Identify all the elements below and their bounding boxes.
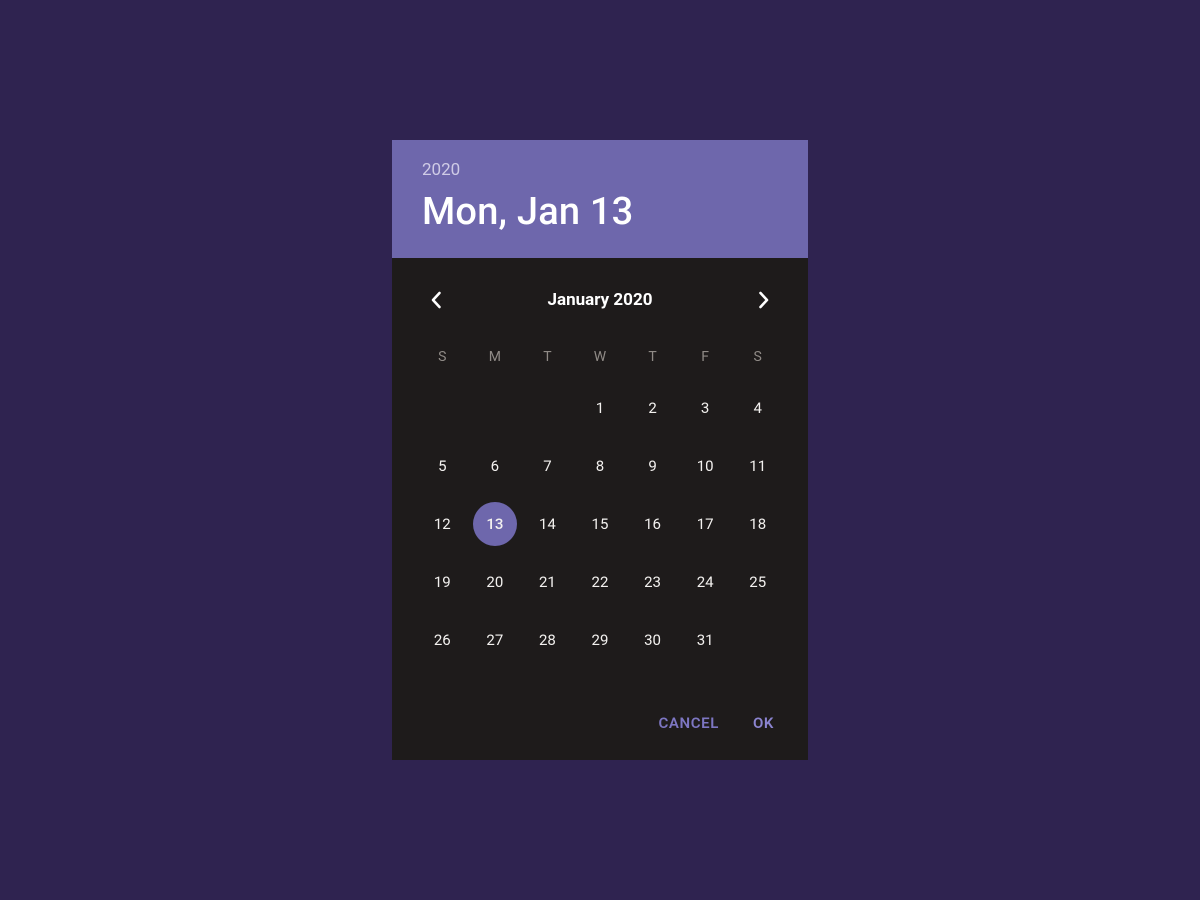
calendar-day[interactable]: 14 <box>525 502 569 546</box>
weekday-header: F <box>683 342 727 372</box>
calendar-day[interactable]: 5 <box>420 444 464 488</box>
calendar-day[interactable]: 11 <box>736 444 780 488</box>
calendar-panel: January 2020 SMTWTFS12345678910111213141… <box>392 258 808 668</box>
chevron-left-icon <box>430 291 442 309</box>
header-year-button[interactable]: 2020 <box>422 162 778 179</box>
calendar-nav: January 2020 <box>416 276 784 320</box>
dialog-actions: CANCEL OK <box>392 668 808 760</box>
calendar-empty-cell <box>473 386 517 430</box>
weekday-header: T <box>525 342 569 372</box>
calendar-empty-cell <box>525 386 569 430</box>
calendar-day[interactable]: 10 <box>683 444 727 488</box>
calendar-day[interactable]: 8 <box>578 444 622 488</box>
calendar-day[interactable]: 25 <box>736 560 780 604</box>
prev-month-button[interactable] <box>420 284 452 316</box>
cancel-button[interactable]: CANCEL <box>655 708 723 738</box>
calendar-day[interactable]: 28 <box>525 618 569 662</box>
calendar-day[interactable]: 2 <box>631 386 675 430</box>
calendar-day[interactable]: 29 <box>578 618 622 662</box>
calendar-day[interactable]: 3 <box>683 386 727 430</box>
calendar-day[interactable]: 31 <box>683 618 727 662</box>
header-selected-date[interactable]: Mon, Jan 13 <box>422 193 778 233</box>
calendar-day[interactable]: 4 <box>736 386 780 430</box>
weekday-header: M <box>473 342 517 372</box>
calendar-day[interactable]: 1 <box>578 386 622 430</box>
calendar-day[interactable]: 17 <box>683 502 727 546</box>
calendar-month-label: January 2020 <box>452 290 748 310</box>
calendar-day[interactable]: 12 <box>420 502 464 546</box>
calendar-day[interactable]: 26 <box>420 618 464 662</box>
calendar-day[interactable]: 24 <box>683 560 727 604</box>
stage: 2020 Mon, Jan 13 January 2020 <box>0 0 1200 900</box>
calendar-day[interactable]: 19 <box>420 560 464 604</box>
weekday-header: S <box>736 342 780 372</box>
calendar-day[interactable]: 13 <box>473 502 517 546</box>
calendar-day[interactable]: 23 <box>631 560 675 604</box>
weekday-header: T <box>631 342 675 372</box>
calendar-day[interactable]: 15 <box>578 502 622 546</box>
weekday-header: S <box>420 342 464 372</box>
date-picker-dialog: 2020 Mon, Jan 13 January 2020 <box>392 140 808 761</box>
calendar-day[interactable]: 9 <box>631 444 675 488</box>
calendar-day[interactable]: 20 <box>473 560 517 604</box>
calendar-day[interactable]: 7 <box>525 444 569 488</box>
next-month-button[interactable] <box>748 284 780 316</box>
calendar-day[interactable]: 18 <box>736 502 780 546</box>
date-picker-header: 2020 Mon, Jan 13 <box>392 140 808 259</box>
chevron-right-icon <box>758 291 770 309</box>
calendar-grid: SMTWTFS123456789101112131415161718192021… <box>416 342 784 662</box>
calendar-day[interactable]: 21 <box>525 560 569 604</box>
calendar-day[interactable]: 6 <box>473 444 517 488</box>
calendar-empty-cell <box>420 386 464 430</box>
calendar-day[interactable]: 22 <box>578 560 622 604</box>
calendar-day[interactable]: 27 <box>473 618 517 662</box>
calendar-day[interactable]: 30 <box>631 618 675 662</box>
ok-button[interactable]: OK <box>749 708 778 738</box>
calendar-day[interactable]: 16 <box>631 502 675 546</box>
weekday-header: W <box>578 342 622 372</box>
